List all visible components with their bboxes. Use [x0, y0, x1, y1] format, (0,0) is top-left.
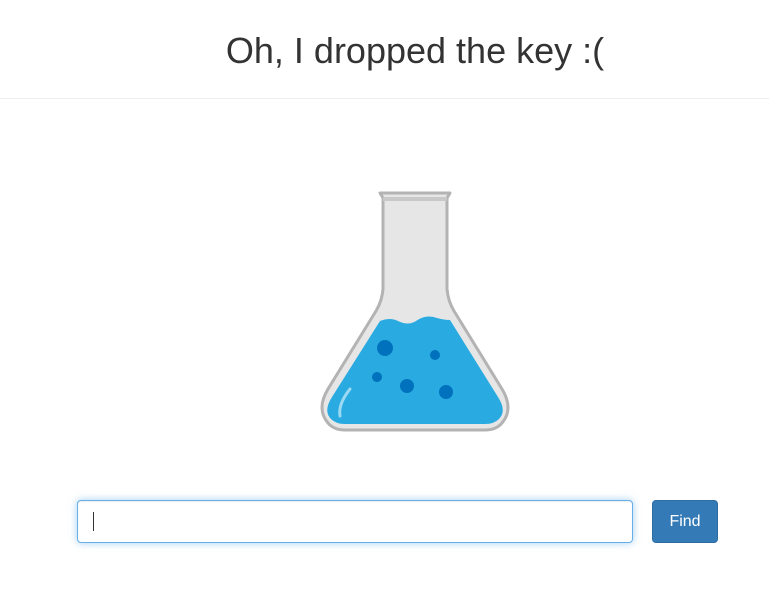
page-title: Oh, I dropped the key :( [225, 30, 605, 71]
page-header: Oh, I dropped the key :( [0, 0, 769, 99]
search-form: Find [77, 500, 719, 544]
key-search-input[interactable] [77, 500, 633, 543]
bubble [372, 372, 382, 382]
find-button[interactable]: Find [652, 500, 718, 543]
bubble [400, 379, 414, 393]
bubble [439, 385, 453, 399]
flask-icon [320, 191, 510, 432]
bubble [430, 350, 440, 360]
flask-liquid [327, 316, 503, 424]
bubble [377, 340, 393, 356]
flask-illustration [320, 189, 510, 433]
